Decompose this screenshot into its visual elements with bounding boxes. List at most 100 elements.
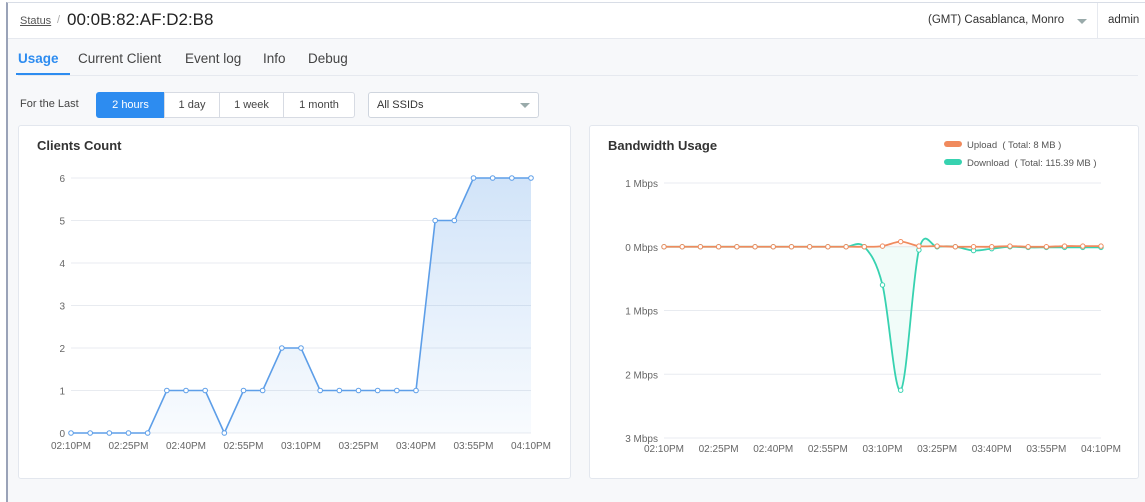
data-point <box>697 244 704 250</box>
data-point <box>279 345 285 351</box>
y-tick-label: 2 Mbps <box>625 370 658 381</box>
y-tick-label: 1 <box>59 387 65 398</box>
x-tick-label: 02:40PM <box>166 441 206 452</box>
data-point <box>952 244 959 250</box>
clients-count-chart: 0 1 2 3 4 5 6 02:10PM 02:25PM 02:40PM 02:55PM 03:10… <box>51 174 551 452</box>
y-tick-label: 1 Mbps <box>625 307 658 318</box>
data-point <box>752 244 758 250</box>
data-point <box>661 244 667 250</box>
tab-event-log[interactable]: Event log <box>185 51 241 66</box>
data-point <box>679 244 685 250</box>
x-tick-label: 02:10PM <box>644 444 684 455</box>
data-point <box>106 430 113 436</box>
data-point <box>1098 243 1104 249</box>
data-point <box>898 387 904 393</box>
data-point <box>125 430 132 436</box>
x-tick-label: 03:10PM <box>862 444 902 455</box>
range-1-day-button[interactable]: 1 day <box>164 92 220 118</box>
data-point <box>87 430 93 436</box>
breadcrumb-status-link[interactable]: Status <box>20 15 51 27</box>
data-point <box>336 387 343 394</box>
data-point <box>770 244 776 250</box>
data-point <box>509 175 515 181</box>
timezone-select[interactable]: (GMT) Casablanca, Monro <box>918 3 1098 38</box>
data-point <box>374 387 381 394</box>
tabs-divider <box>18 75 1138 76</box>
x-tick-label: 04:10PM <box>1081 444 1121 455</box>
breadcrumb-separator: / <box>57 14 61 26</box>
data-point <box>259 387 266 394</box>
data-point <box>788 244 795 250</box>
y-tick-label: 1 Mbps <box>625 179 658 190</box>
y-tick-label: 6 <box>59 174 65 185</box>
data-point <box>470 175 477 181</box>
data-point <box>1043 244 1050 250</box>
user-menu[interactable]: admin <box>1108 14 1139 26</box>
data-point <box>528 175 534 181</box>
data-point <box>298 345 304 351</box>
ssid-select[interactable]: All SSIDs <box>368 92 539 118</box>
data-point <box>1080 243 1086 249</box>
data-point <box>1061 243 1068 249</box>
data-point <box>413 387 419 394</box>
data-point <box>861 244 867 250</box>
time-range-label: For the Last <box>20 98 79 110</box>
data-point <box>1007 243 1013 249</box>
bandwidth-usage-card: Bandwidth Usage Upload ( Total: 8 MB ) D… <box>589 125 1139 479</box>
data-point <box>1025 244 1031 250</box>
x-tick-label: 03:25PM <box>338 441 378 452</box>
bandwidth-usage-chart: 1 Mbps0 Mbps1 Mbps2 Mbps3 Mbps02:10PM 02:… <box>625 179 1121 455</box>
tab-info[interactable]: Info <box>263 51 286 66</box>
chevron-down-icon <box>1077 19 1087 24</box>
page-title: 00:0B:82:AF:D2:B8 <box>67 10 214 29</box>
y-tick-label: 0 Mbps <box>625 243 658 254</box>
x-tick-label: 02:10PM <box>51 441 91 452</box>
data-point <box>879 243 886 249</box>
data-point <box>825 244 831 250</box>
data-point <box>164 387 170 394</box>
data-point <box>240 387 247 394</box>
data-point <box>879 282 886 288</box>
data-point <box>394 387 400 394</box>
tab-debug[interactable]: Debug <box>308 51 348 66</box>
x-tick-label: 03:40PM <box>972 444 1012 455</box>
timezone-value: (GMT) Casablanca, Monro <box>928 14 1065 26</box>
top-bar: Status / 00:0B:82:AF:D2:B8 (GMT) Casabla… <box>8 3 1145 39</box>
data-point <box>489 175 496 181</box>
x-tick-label: 03:10PM <box>281 441 321 452</box>
data-point <box>715 244 722 250</box>
x-tick-label: 03:55PM <box>1026 444 1066 455</box>
y-tick-label: 4 <box>59 259 65 270</box>
data-point <box>432 217 438 224</box>
x-tick-label: 03:55PM <box>453 441 493 452</box>
tab-usage[interactable]: Usage <box>18 51 59 66</box>
y-tick-label: 0 <box>59 429 65 440</box>
data-point <box>202 387 208 394</box>
y-tick-label: 5 <box>59 217 65 228</box>
data-point <box>221 430 228 436</box>
data-point <box>734 244 740 250</box>
y-tick-label: 3 <box>59 302 65 313</box>
range-2-hours-button[interactable]: 2 hours <box>96 92 165 118</box>
ssid-select-value: All SSIDs <box>377 99 424 111</box>
data-point <box>916 243 922 249</box>
data-point <box>144 430 151 436</box>
data-point <box>843 244 849 250</box>
range-1-month-button[interactable]: 1 month <box>283 92 355 118</box>
range-1-week-button[interactable]: 1 week <box>219 92 284 118</box>
data-point <box>451 217 458 224</box>
x-tick-label: 02:40PM <box>753 444 793 455</box>
data-point <box>183 387 189 394</box>
data-point <box>989 244 995 250</box>
data-point <box>934 243 940 249</box>
x-tick-label: 02:25PM <box>699 444 739 455</box>
x-tick-label: 03:40PM <box>396 441 436 452</box>
tab-current-client[interactable]: Current Client <box>78 51 161 66</box>
data-point <box>68 430 74 436</box>
y-tick-label: 2 <box>59 344 65 355</box>
data-point <box>898 238 904 245</box>
x-tick-label: 04:10PM <box>511 441 551 452</box>
x-tick-label: 02:55PM <box>808 444 848 455</box>
clients-count-card: Clients Count 0 1 2 3 4 5 6 02:10PM 02:25PM 02:40… <box>18 125 571 479</box>
download-area-fill <box>664 238 1101 391</box>
